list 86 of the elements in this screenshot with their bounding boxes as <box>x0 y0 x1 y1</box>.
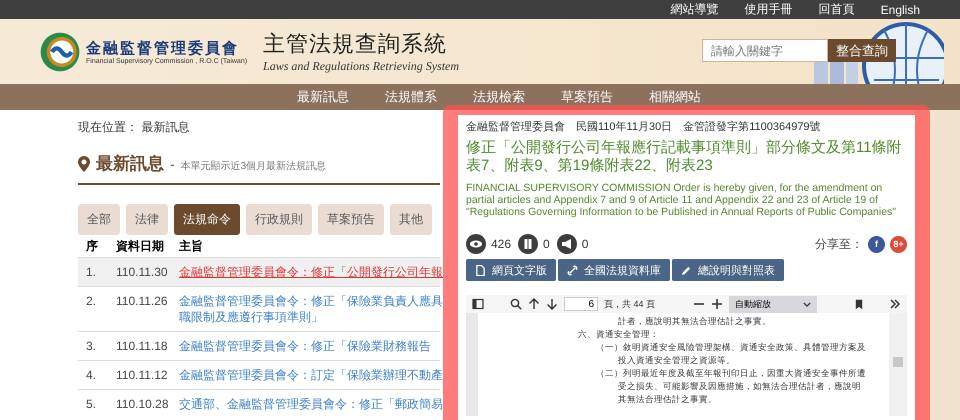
row-date: 110.11.18 <box>116 338 169 354</box>
nav-link[interactable]: 最新訊息 <box>297 88 349 106</box>
breadcrumb: 現在位置： 最新訊息 <box>78 119 190 136</box>
document-text-line: （二）列明最近年度及截至年報刊印日止，因重大資通安全事件所遭 <box>595 367 867 380</box>
megaphone-icon <box>556 234 577 254</box>
column-header: 資料日期 <box>116 238 165 254</box>
pencil-icon <box>681 264 692 276</box>
link-icon <box>567 264 578 276</box>
top-link[interactable]: English <box>880 2 920 16</box>
row-date: 110.11.30 <box>116 264 169 280</box>
table-row[interactable]: 1. 110.11.30 金融監督管理委員會令：修正「公開發行公司年報 <box>78 257 440 286</box>
down-arrow-icon[interactable] <box>546 298 558 310</box>
chevron-down-icon <box>803 302 812 306</box>
regulation-link[interactable]: 金融監督管理委員會令：訂定「保險業辦理不動產 <box>179 367 443 383</box>
regulation-link[interactable]: 交通部、金融監督管理委員會令：修正「郵政簡易 <box>179 396 443 412</box>
document-button[interactable]: 總說明與對照表 <box>672 259 784 281</box>
filter-tab[interactable]: 其他 <box>390 204 432 235</box>
document-text-line: 受之損失、可能影響及因應措施，如無法合理估計者，應說明 <box>617 380 862 393</box>
location-pin-icon <box>78 156 90 172</box>
sidebar-toggle-icon[interactable] <box>472 298 484 310</box>
document-button[interactable]: 全國法規資料庫 <box>558 259 670 281</box>
regulation-link[interactable]: 職限制及應遵行事項準則」 <box>179 309 443 325</box>
table-row[interactable]: 3. 110.11.18 金融監督管理委員會令：修正「保險業財務報告 <box>78 331 440 360</box>
stat-count: 426 <box>491 237 512 251</box>
stat-count: 0 <box>582 237 588 251</box>
nav-link[interactable]: 相關網站 <box>649 88 701 106</box>
nav-link[interactable]: 法規檢索 <box>473 88 525 106</box>
stat-count: 0 <box>543 237 550 251</box>
row-date: 110.11.26 <box>116 293 169 310</box>
document-text-line: （一）敘明資通安全風險管理架構、資通安全政策、具體管理方案及 <box>595 341 867 354</box>
top-link[interactable]: 回首頁 <box>818 1 855 18</box>
filter-tab[interactable]: 草案預告 <box>318 204 384 235</box>
row-number: 3. <box>85 338 98 354</box>
organization-name: 金融監督管理委員會 <box>86 38 240 58</box>
site-title: 主管法規查詢系統 <box>263 30 448 58</box>
table-row[interactable]: 4. 110.11.12 金融監督管理委員會令：訂定「保險業辦理不動產 <box>78 360 440 389</box>
order-title: 修正「公開發行公司年報應行記載事項準則」部分條文及第11條附表7、附表9、第19條附表22、附表23 <box>466 139 903 175</box>
bookmark-icon[interactable] <box>855 298 864 310</box>
row-number: 5. <box>85 396 98 412</box>
logo-icon <box>38 30 82 74</box>
filter-tab[interactable]: 法規命令 <box>174 204 240 235</box>
regulation-link[interactable]: 金融監督管理委員會令：修正「公開發行公司年報 <box>179 264 443 280</box>
filter-tab[interactable]: 行政規則 <box>246 204 312 235</box>
search-field[interactable]: 請輸入關鍵字 <box>702 39 828 62</box>
book-icon <box>518 234 538 254</box>
search-button[interactable]: 整合查詢 <box>828 39 896 62</box>
site-subtitle: Laws and Regulations Retrieving System <box>263 59 460 74</box>
search-icon[interactable] <box>510 298 522 310</box>
section-title: 最新訊息 <box>96 153 164 175</box>
row-number: 2. <box>85 293 98 310</box>
eye-icon <box>466 234 486 254</box>
zoom-dropdown[interactable]: 自動縮放 <box>729 296 818 312</box>
column-header: 序 <box>85 238 99 254</box>
order-meta: 金融監督管理委員會 民國110年11月30日 金管證發字第1100364979號 <box>466 120 822 134</box>
nav-link[interactable]: 法規體系 <box>385 88 437 106</box>
section-subtitle: 本單元顯示近3個月最新法規訊息 <box>180 160 326 173</box>
double-chevron-icon[interactable] <box>889 298 902 310</box>
filter-tab[interactable]: 全部 <box>78 204 120 235</box>
table-row[interactable]: 5. 110.10.28 交通部、金融監督管理委員會令：修正「郵政簡易 <box>78 389 440 418</box>
google-plus-share-button[interactable]: 8+ <box>890 236 907 252</box>
top-link[interactable]: 網站導覽 <box>670 1 719 18</box>
regulation-link[interactable]: 金融監督管理委員會令：修正「保險業負責人應具 <box>179 293 443 309</box>
page-number-field[interactable]: 6 <box>564 297 598 311</box>
dash-separator: - <box>170 156 175 172</box>
document-text-line: 投入資通安全管理之資源等。 <box>617 354 736 367</box>
facebook-share-button[interactable]: f <box>868 236 885 252</box>
share-label: 分享至： <box>815 236 863 252</box>
table-row[interactable]: 2. 110.11.26 金融監督管理委員會令：修正「保險業負責人應具 職限制及應遵行事項準則」 <box>78 286 440 331</box>
document-icon <box>475 264 486 276</box>
document-text-line: 其無法合理估計之事實。 <box>617 393 718 406</box>
row-number: 4. <box>85 367 98 383</box>
regulation-link[interactable]: 金融監督管理委員會令：修正「保險業財務報告 <box>179 338 440 354</box>
page-count: 頁，共 44 頁 <box>604 298 656 310</box>
zoom-in-icon[interactable] <box>711 298 724 310</box>
document-text-line: 六、資通安全管理： <box>578 328 660 341</box>
english-summary: FINANCIAL SUPERVISORY COMMISSION Order is hereby given, for the amendment on partial articles and Appendix 7 and 9 of Article 11 and Appendix 22 and 23 of Article 19 of "Regulations Governing Information to be Published in Annual Reports of Public Companies" <box>466 182 898 218</box>
filter-tab[interactable]: 法律 <box>126 204 168 235</box>
row-date: 110.10.28 <box>116 396 170 412</box>
column-header: 主旨 <box>179 238 204 254</box>
document-text-line: 計者，應說明其無法合理估計之事實。 <box>617 315 772 328</box>
document-button[interactable]: 網頁文字版 <box>466 259 556 281</box>
row-date: 110.11.12 <box>116 367 169 383</box>
nav-link[interactable]: 草案預告 <box>561 88 613 106</box>
row-number: 1. <box>85 264 98 280</box>
top-link[interactable]: 使用手冊 <box>744 1 793 18</box>
up-arrow-icon[interactable] <box>528 298 540 310</box>
